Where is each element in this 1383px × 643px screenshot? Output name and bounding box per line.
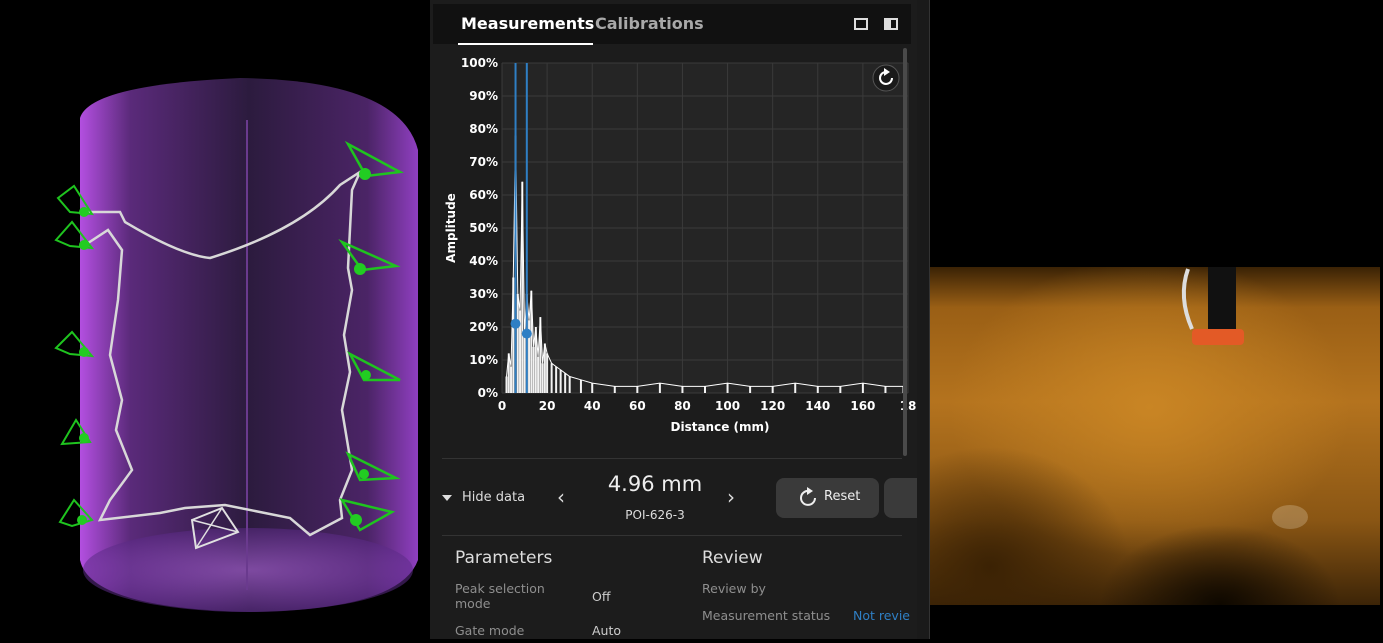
y-tick-label: 20%	[469, 320, 498, 334]
y-tick-label: 70%	[469, 155, 498, 169]
y-tick-label: 60%	[469, 188, 498, 202]
review-title: Review	[702, 548, 763, 568]
x-tick-label: 60	[629, 399, 646, 413]
measurement-status-value[interactable]: Not reviewed	[853, 608, 910, 623]
x-tick-label: 100	[715, 399, 740, 413]
x-tick-label: 80	[674, 399, 691, 413]
point-cloud-viewport[interactable]	[0, 0, 430, 639]
x-tick-label: 40	[584, 399, 601, 413]
y-tick-label: 50%	[469, 221, 498, 235]
peak-marker	[521, 328, 532, 339]
divider	[442, 458, 902, 459]
y-tick-label: 40%	[469, 254, 498, 268]
reset-icon	[800, 487, 816, 506]
robot-probe	[1208, 267, 1236, 331]
peak-selection-value[interactable]: Off	[592, 589, 610, 604]
panel-scrollbar[interactable]	[903, 48, 907, 456]
parameters-title: Parameters	[455, 548, 553, 568]
peak-marker	[510, 318, 521, 329]
y-tick-label: 30%	[469, 287, 498, 301]
y-tick-label: 0%	[478, 386, 498, 400]
tab-measurements[interactable]: Measurements	[461, 14, 594, 33]
x-tick-label: 20	[539, 399, 556, 413]
divider	[442, 535, 902, 536]
tab-calibrations[interactable]: Calibrations	[595, 14, 704, 33]
x-tick-label: 160	[850, 399, 875, 413]
reset-button[interactable]: Reset	[776, 478, 879, 518]
gate-mode-value[interactable]: Auto	[592, 623, 621, 638]
chevron-right-icon[interactable]: ›	[727, 485, 735, 509]
poi-identifier: POI-626-3	[625, 508, 685, 522]
panel-header: Measurements Calibrations	[433, 4, 911, 45]
measurement-value: 4.96 mm	[607, 472, 703, 496]
x-axis-label: Distance (mm)	[671, 420, 770, 434]
hide-data-label: Hide data	[462, 490, 526, 505]
y-axis-label: Amplitude	[444, 193, 458, 263]
dock-panel-icon[interactable]	[884, 18, 898, 30]
y-tick-label: 90%	[469, 89, 498, 103]
probe-wheel	[1192, 329, 1244, 345]
chevron-left-icon[interactable]: ‹	[557, 485, 565, 509]
x-tick-label: 140	[805, 399, 830, 413]
camera-image	[930, 267, 1380, 605]
reset-label: Reset	[824, 489, 861, 504]
caret-down-icon	[442, 494, 452, 501]
y-tick-label: 100%	[461, 56, 498, 70]
x-tick-labels: 0 20 40 60 80 100 120 140 160 18	[498, 399, 917, 413]
reflection	[1272, 505, 1308, 529]
camera-overlay-svg	[1181, 267, 1308, 529]
probe-cable	[1181, 268, 1194, 330]
y-tick-label: 80%	[469, 122, 498, 136]
y-tick-labels: 0% 10% 20% 30% 40% 50% 60% 70% 80% 90% 100%	[461, 56, 498, 400]
hide-data-toggle[interactable]: Hide data	[442, 490, 525, 505]
point-cloud-svg	[54, 78, 418, 612]
x-tick-label: 0	[498, 399, 506, 413]
maximize-icon[interactable]	[854, 18, 868, 30]
gate-mode-label: Gate mode	[455, 623, 525, 638]
amplitude-chart[interactable]: 0% 10% 20% 30% 40% 50% 60% 70% 80% 90% 100% 0 20 40 6…	[430, 44, 917, 444]
x-tick-label: 120	[760, 399, 785, 413]
measurement-status-label: Measurement status	[702, 608, 831, 623]
camera-viewport[interactable]	[930, 0, 1383, 639]
peak-selection-label: Peak selection mode	[455, 581, 545, 611]
y-tick-label: 10%	[469, 353, 498, 367]
measurements-panel: Measurements Calibrations 0% 10% 20% 30% 40%…	[430, 0, 917, 639]
review-by-label: Review by	[702, 581, 766, 596]
reset-zoom-icon[interactable]	[872, 64, 900, 92]
more-actions-button[interactable]	[884, 478, 917, 518]
